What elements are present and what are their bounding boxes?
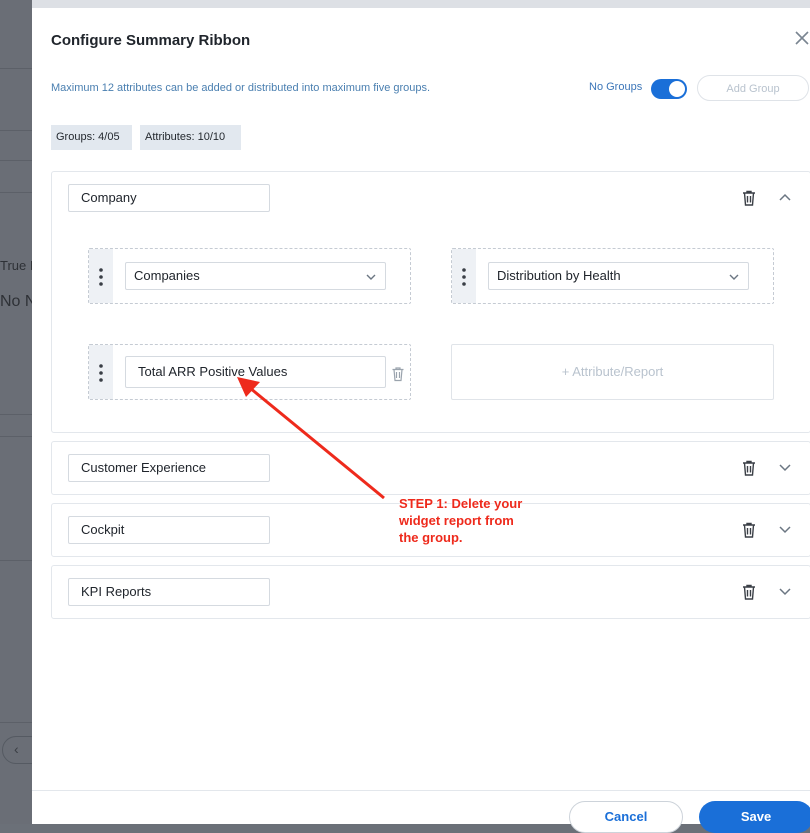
group-customer-experience: Customer Experience bbox=[51, 441, 810, 495]
background-divider bbox=[0, 436, 32, 437]
background-divider bbox=[0, 722, 32, 723]
chevron-up-icon[interactable] bbox=[778, 190, 792, 204]
chevron-down-icon bbox=[729, 274, 739, 280]
trash-icon[interactable] bbox=[740, 459, 758, 477]
chevron-down-icon[interactable] bbox=[778, 460, 792, 474]
chevron-down-icon bbox=[366, 274, 376, 280]
configure-summary-ribbon-dialog: Configure Summary Ribbon Maximum 12 attr… bbox=[32, 8, 810, 833]
attribute-select[interactable]: Companies bbox=[125, 262, 386, 290]
background-app: True I No N ‹ bbox=[0, 0, 32, 824]
add-attribute-report-button[interactable]: + Attribute/Report bbox=[451, 344, 774, 400]
top-strip bbox=[32, 0, 810, 8]
annotation-text: STEP 1: Delete your widget report from t… bbox=[399, 495, 549, 546]
no-groups-label: No Groups bbox=[589, 81, 643, 93]
dialog-title: Configure Summary Ribbon bbox=[51, 32, 251, 49]
attribute-slot: Total ARR Positive Values bbox=[88, 344, 411, 400]
attribute-select-value: Distribution by Health bbox=[497, 268, 621, 283]
attribute-select[interactable]: Distribution by Health bbox=[488, 262, 749, 290]
group-company: Company Companies Distribution by Health… bbox=[51, 171, 810, 433]
trash-icon[interactable] bbox=[740, 583, 758, 601]
drag-dots-icon bbox=[99, 364, 103, 382]
toggle-knob bbox=[669, 81, 685, 97]
add-group-button[interactable]: Add Group bbox=[697, 75, 809, 101]
background-divider bbox=[0, 160, 32, 161]
drag-handle[interactable] bbox=[89, 249, 113, 303]
background-divider bbox=[0, 560, 32, 561]
annotation-line: widget report from bbox=[399, 513, 514, 528]
chevron-left-icon: ‹ bbox=[14, 741, 19, 757]
save-button[interactable]: Save bbox=[699, 801, 810, 833]
trash-icon[interactable] bbox=[740, 521, 758, 539]
attribute-slot: Companies bbox=[88, 248, 411, 304]
footer-divider bbox=[32, 790, 810, 791]
group-name-input[interactable]: KPI Reports bbox=[68, 578, 270, 606]
attributes-count-badge: Attributes: 10/10 bbox=[140, 125, 241, 150]
drag-dots-icon bbox=[462, 268, 466, 286]
group-name-input[interactable]: Cockpit bbox=[68, 516, 270, 544]
background-divider bbox=[0, 68, 32, 69]
close-icon[interactable] bbox=[792, 28, 810, 48]
drag-handle[interactable] bbox=[452, 249, 476, 303]
background-divider bbox=[0, 130, 32, 131]
attribute-select-value: Companies bbox=[134, 268, 200, 283]
background-text: True I bbox=[0, 258, 32, 273]
trash-icon[interactable] bbox=[740, 189, 758, 207]
group-kpi-reports: KPI Reports bbox=[51, 565, 810, 619]
drag-handle[interactable] bbox=[89, 345, 113, 399]
group-name-input[interactable]: Company bbox=[68, 184, 270, 212]
info-text: Maximum 12 attributes can be added or di… bbox=[51, 82, 431, 94]
drag-dots-icon bbox=[99, 268, 103, 286]
annotation-line: STEP 1: Delete your bbox=[399, 496, 523, 511]
chevron-down-icon[interactable] bbox=[778, 522, 792, 536]
group-name-input[interactable]: Customer Experience bbox=[68, 454, 270, 482]
groups-count-badge: Groups: 4/05 bbox=[51, 125, 132, 150]
trash-icon[interactable] bbox=[390, 366, 406, 382]
background-divider bbox=[0, 192, 32, 193]
background-divider bbox=[0, 414, 32, 415]
chevron-down-icon[interactable] bbox=[778, 584, 792, 598]
annotation-line: the group. bbox=[399, 530, 463, 545]
attribute-slot: Distribution by Health bbox=[451, 248, 774, 304]
report-name-field[interactable]: Total ARR Positive Values bbox=[125, 356, 386, 388]
cancel-button[interactable]: Cancel bbox=[569, 801, 683, 833]
no-groups-toggle[interactable] bbox=[651, 79, 687, 99]
background-text: No N bbox=[0, 293, 32, 310]
